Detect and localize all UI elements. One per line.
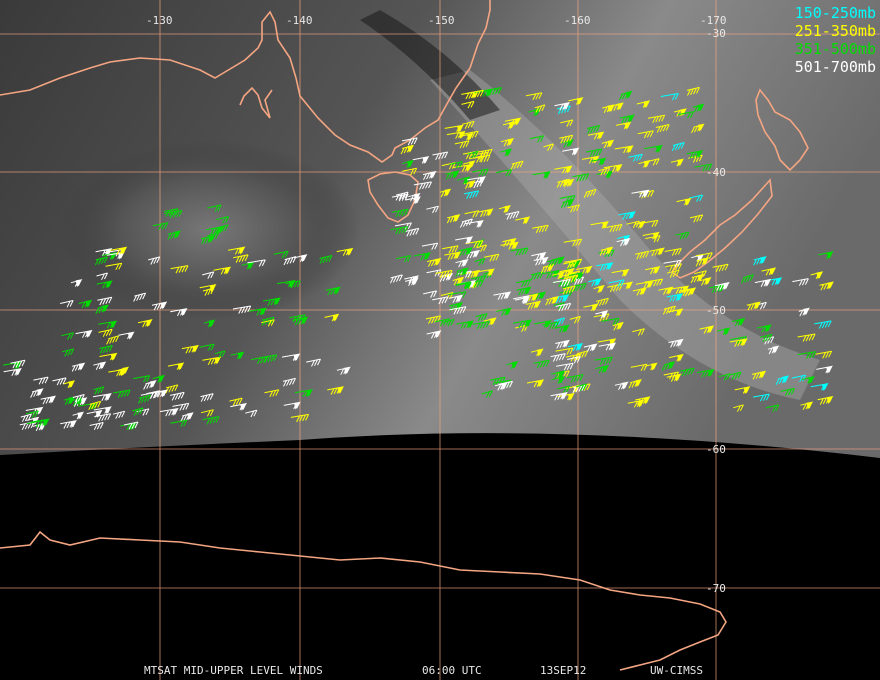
legend-item-351-500: 351-500mb <box>794 40 876 58</box>
lon-label-150: -150 <box>428 14 455 27</box>
satellite-wind-map: -130 -140 -150 -160 -170 -30 -40 -50 -60… <box>0 0 880 680</box>
footer-credit: UW-CIMSS <box>650 664 703 677</box>
lat-label-70: -70 <box>706 582 726 595</box>
lat-label-40: -40 <box>706 166 726 179</box>
lat-label-60: -60 <box>706 443 726 456</box>
footer-time: 06:00 UTC <box>422 664 482 677</box>
footer-caption: MTSAT MID-UPPER LEVEL WINDS 06:00 UTC 13… <box>0 664 880 678</box>
lon-label-140: -140 <box>286 14 313 27</box>
lon-label-170: -170 <box>700 14 727 27</box>
lon-label-130: -130 <box>146 14 173 27</box>
legend-item-251-350: 251-350mb <box>794 22 876 40</box>
map-canvas: -130 -140 -150 -160 -170 -30 -40 -50 -60… <box>0 0 880 680</box>
lon-label-160: -160 <box>564 14 591 27</box>
footer-date: 13SEP12 <box>540 664 587 677</box>
lat-label-30: -30 <box>706 27 726 40</box>
lat-label-50: -50 <box>706 304 726 317</box>
cloud-swirl <box>60 140 360 320</box>
legend-item-501-700: 501-700mb <box>794 58 876 76</box>
antarctica-coast <box>0 530 727 671</box>
legend-item-150-250: 150-250mb <box>794 4 876 22</box>
footer-product: MTSAT MID-UPPER LEVEL WINDS <box>144 664 323 677</box>
pressure-legend: 150-250mb 251-350mb 351-500mb 501-700mb <box>795 4 876 76</box>
